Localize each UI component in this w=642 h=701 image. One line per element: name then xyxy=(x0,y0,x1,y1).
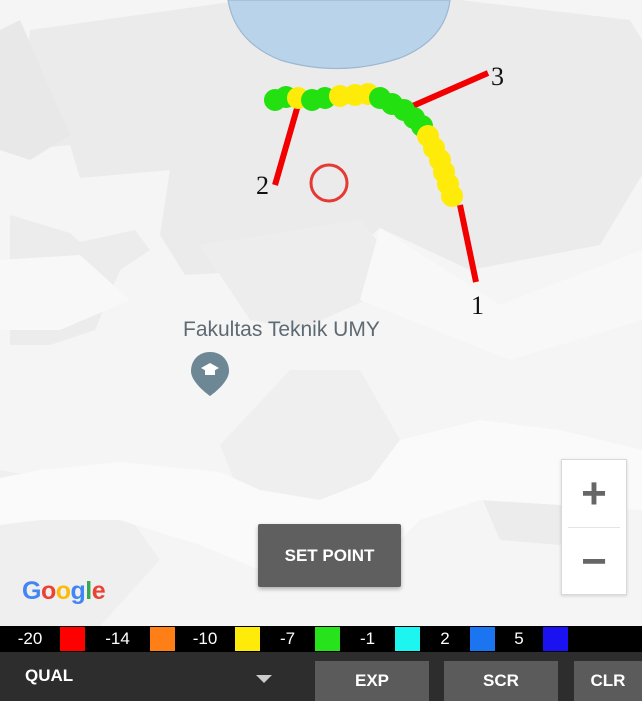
legend-value: -14 xyxy=(105,629,130,648)
legend-swatch xyxy=(150,627,175,651)
google-logo: Google xyxy=(22,577,106,605)
place-label[interactable]: Fakultas Teknik UMY xyxy=(183,318,380,342)
measurement-dot xyxy=(441,185,463,207)
legend-swatch xyxy=(543,627,568,651)
bottom-toolbar: QUAL EXP SCR CLR xyxy=(0,652,642,701)
legend-swatch xyxy=(470,627,495,651)
legend-value: -10 xyxy=(192,629,218,648)
callout-label-2: 2 xyxy=(256,171,269,200)
callout-label-3: 3 xyxy=(491,62,504,91)
zoom-controls: + − xyxy=(561,459,627,595)
set-point-button[interactable]: SET POINT xyxy=(258,524,401,587)
education-pin-icon[interactable] xyxy=(191,352,229,396)
legend-swatch xyxy=(315,627,340,651)
legend-value: -20 xyxy=(17,629,43,648)
legend-value: -1 xyxy=(359,629,376,648)
scr-button[interactable]: SCR xyxy=(444,661,558,701)
signal-legend: -20 -14 -10 -7 -1 2 5 xyxy=(0,626,642,652)
zoom-out-button[interactable]: − xyxy=(562,528,626,595)
map-view[interactable]: Fakultas Teknik UMY 1 2 3 + − SET POINT … xyxy=(0,0,642,626)
legend-value: 2 xyxy=(440,629,450,648)
app-screen: Fakultas Teknik UMY 1 2 3 + − SET POINT … xyxy=(0,0,642,701)
legend-value: 5 xyxy=(514,629,524,648)
legend-swatch xyxy=(60,627,85,651)
clr-button[interactable]: CLR xyxy=(574,661,642,701)
legend-value: -7 xyxy=(279,629,296,648)
callout-label-1: 1 xyxy=(471,291,484,320)
exp-button[interactable]: EXP xyxy=(315,661,429,701)
legend-swatch xyxy=(235,627,260,651)
dropdown-arrow-icon[interactable] xyxy=(256,675,272,683)
mode-select[interactable]: QUAL xyxy=(25,666,73,686)
zoom-in-button[interactable]: + xyxy=(562,460,626,527)
legend-swatch xyxy=(395,627,420,651)
